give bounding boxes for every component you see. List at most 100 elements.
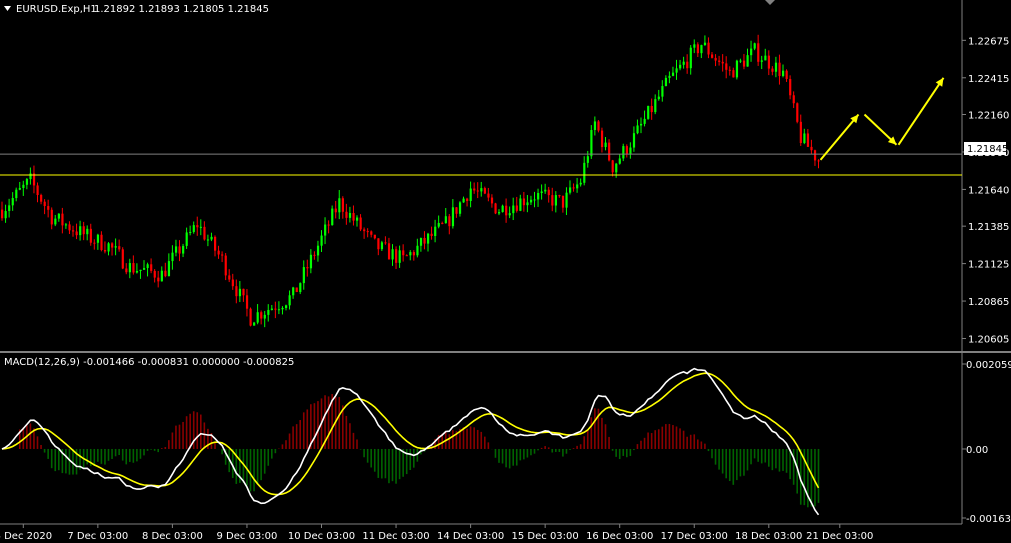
candle-body [753, 43, 756, 49]
candle-body [171, 252, 174, 262]
candle-body [4, 210, 7, 219]
candle-body [231, 279, 234, 287]
candle-body [427, 233, 430, 244]
candle-body [654, 99, 657, 113]
candle-body [199, 226, 202, 228]
candle-body [537, 193, 540, 200]
price-tick-label: 1.21125 [968, 260, 1009, 271]
candle-body [700, 45, 703, 54]
candle-body [160, 270, 163, 282]
candle-body [767, 55, 770, 69]
candle-body [693, 44, 696, 48]
candle-body [668, 75, 671, 78]
time-tick-label: 14 Dec 03:00 [437, 531, 504, 542]
candle-body [750, 48, 753, 56]
candle-body [622, 146, 625, 159]
candle-body [451, 207, 455, 227]
macd-tick-label: 0.002059 [966, 360, 1011, 371]
trading-chart[interactable]: 1.226751.224151.221601.219001.216401.213… [0, 0, 1011, 543]
price-tick-label: 1.22160 [968, 111, 1009, 122]
candle-body [540, 191, 543, 194]
candle-body [72, 230, 75, 232]
candle-body [277, 309, 281, 311]
candle-body [742, 60, 746, 67]
price-tick-label: 1.20865 [968, 297, 1009, 308]
candle-body [100, 234, 103, 251]
candle-body [618, 158, 621, 164]
ohlc-readout: 1.21892 1.21893 1.21805 1.21845 [94, 4, 269, 15]
candle-body [501, 205, 504, 213]
candle-body [341, 198, 344, 212]
candle-body [430, 233, 433, 236]
candle-body [267, 309, 270, 315]
candle-body [146, 264, 149, 269]
candle-body [228, 275, 231, 280]
candle-body [803, 133, 806, 144]
candle-body [515, 205, 518, 211]
candle-body [608, 142, 611, 161]
time-tick-label: 7 Dec 03:00 [67, 531, 128, 542]
candle-body [583, 162, 586, 183]
candle-body [739, 60, 742, 62]
candle-body [728, 69, 731, 71]
candle-body [206, 239, 210, 241]
candle-body [640, 123, 643, 126]
candle-body [196, 225, 199, 228]
candle-body [324, 224, 327, 236]
price-axis: 1.226751.224151.221601.219001.216401.213… [962, 36, 1009, 346]
candle-body [732, 70, 735, 78]
candle-body [182, 245, 185, 254]
candle-body [217, 250, 220, 255]
candle-body [579, 182, 582, 185]
candle-body [75, 231, 78, 236]
candle-body [281, 307, 284, 310]
candle-body [757, 43, 760, 62]
candle-body [235, 286, 238, 297]
candle-body [57, 213, 60, 219]
candle-body [210, 236, 213, 240]
candle-body [671, 72, 675, 76]
candle-body [68, 224, 71, 231]
candle-body [395, 249, 398, 263]
candle-body [387, 243, 391, 260]
candle-body [25, 179, 29, 185]
candle-body [679, 64, 682, 69]
candle-body [8, 205, 11, 211]
candle-body [292, 287, 295, 296]
candle-body [774, 62, 778, 72]
candle-body [597, 121, 600, 131]
candle-body [444, 216, 447, 224]
candle-body [551, 195, 554, 206]
macd-tick-label: -0.001634 [966, 514, 1011, 525]
candle-body [476, 190, 479, 192]
candle-body [309, 254, 313, 269]
candle-body [363, 229, 366, 232]
candle-body [348, 213, 352, 218]
candle-body [792, 95, 795, 104]
candle-body [242, 288, 245, 296]
candle-body [558, 195, 561, 197]
time-tick-label: 17 Dec 03:00 [661, 531, 728, 542]
candle-body [40, 194, 43, 202]
candle-body [466, 198, 469, 202]
candle-body [263, 314, 266, 319]
candle-body [54, 218, 57, 225]
time-tick-label: 4 Dec 2020 [0, 531, 52, 542]
candle-body [331, 208, 334, 226]
candle-body [576, 184, 579, 189]
candle-body [458, 202, 462, 214]
candle-body [735, 60, 739, 78]
candle-body [490, 197, 494, 204]
candle-body [356, 217, 359, 221]
time-tick-label: 16 Dec 03:00 [586, 531, 653, 542]
candle-body [519, 198, 522, 211]
candle-body [711, 54, 714, 58]
candle-body [526, 202, 529, 206]
candle-body [547, 189, 550, 196]
candle-body [703, 42, 707, 46]
candle-body [96, 234, 100, 243]
candle-body [43, 201, 46, 207]
candle-body [224, 255, 227, 276]
candle-body [174, 246, 178, 253]
candle-body [132, 263, 135, 273]
